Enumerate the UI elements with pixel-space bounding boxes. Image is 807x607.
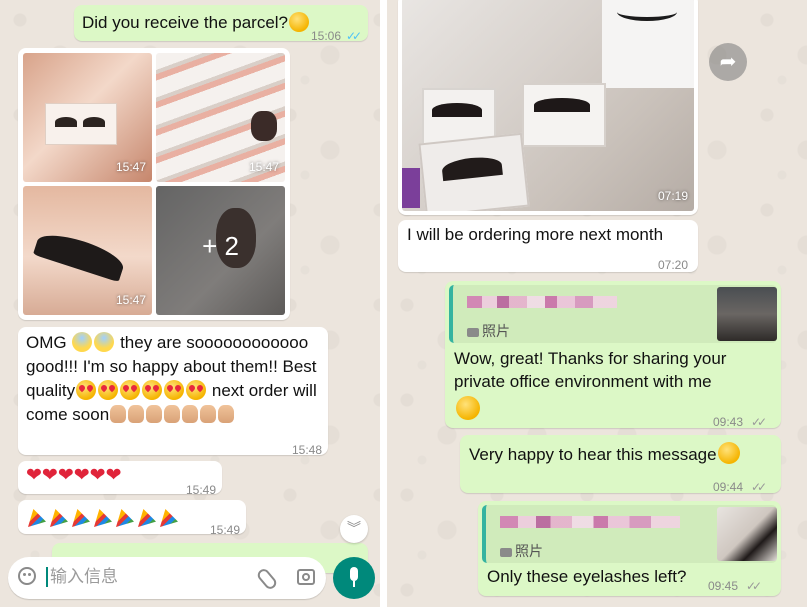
photo-time: 07:19 <box>657 189 688 203</box>
clap-emoji-icon <box>200 405 217 423</box>
clap-emoji-icon <box>164 405 181 423</box>
party-popper-emoji-icon <box>28 509 46 527</box>
chat-panel-right: 07:19 ➦ I will be ordering more next mon… <box>387 0 807 607</box>
camera-icon <box>500 548 512 557</box>
message-incoming-hearts[interactable]: ❤❤❤❤❤❤ 15:49 <box>18 461 222 497</box>
clap-emoji-icon <box>146 405 163 423</box>
image-message[interactable]: 07:19 <box>398 0 698 215</box>
more-photos-count: + 2 <box>202 231 239 261</box>
message-input[interactable]: 输入信息 <box>46 567 118 587</box>
photo-time: 15:47 <box>248 160 279 174</box>
message-incoming-ordering[interactable]: I will be ordering more next month 07:20 <box>398 220 698 272</box>
heart-eyes-emoji-icon <box>164 380 185 400</box>
message-time: 09:44 <box>713 480 744 494</box>
message-time: 07:20 <box>658 258 689 272</box>
message-time: 15:49 <box>186 483 217 497</box>
photo-time: 15:47 <box>115 293 146 307</box>
message-time: 15:06 <box>311 29 342 43</box>
heart-eyes-emoji-icon <box>120 380 141 400</box>
chat-panel-left: Did you receive the parcel? 15:06 ✓✓ 15:… <box>0 0 380 607</box>
photo-album-message[interactable]: 15:47 15:47 15:47 + 2 <box>18 48 290 320</box>
read-ticks-icon: ✓✓ <box>751 480 767 494</box>
camera-icon <box>467 328 479 337</box>
grinning-sweat-emoji-icon <box>289 12 310 32</box>
photo-time: 15:47 <box>115 160 146 174</box>
heart-eyes-emoji-icon <box>186 380 207 400</box>
read-ticks-icon: ✓✓ <box>346 29 362 43</box>
message-outgoing-parcel[interactable]: Did you receive the parcel? 15:06 ✓✓ <box>74 5 368 43</box>
album-photo-more[interactable]: + 2 <box>156 186 285 315</box>
read-ticks-icon: ✓✓ <box>746 579 762 593</box>
screaming-face-emoji-icon <box>94 332 115 352</box>
quoted-photo-thumbnail <box>717 507 777 561</box>
message-outgoing-happy[interactable]: Very happy to hear this message 09:44 ✓✓ <box>460 435 781 494</box>
party-popper-emoji-icon <box>160 509 178 527</box>
message-time: 09:43 <box>713 415 744 429</box>
grinning-emoji-icon <box>717 442 740 464</box>
forward-button[interactable]: ➦ <box>709 43 747 81</box>
read-ticks-icon: ✓✓ <box>751 415 767 429</box>
screaming-face-emoji-icon <box>72 332 93 352</box>
camera-icon[interactable] <box>297 569 315 585</box>
microphone-icon <box>350 567 358 581</box>
message-time: 15:49 <box>210 523 241 537</box>
message-text: Very happy to hear this message <box>469 445 717 464</box>
redacted-sender-name <box>467 296 617 308</box>
smiley-icon[interactable] <box>18 567 36 585</box>
party-popper-emoji-icon <box>116 509 134 527</box>
panel-divider <box>380 0 387 607</box>
message-input-bar[interactable]: 输入信息 <box>8 557 326 599</box>
quoted-message[interactable]: 照片 <box>482 505 777 563</box>
scroll-down-button[interactable]: ︾ <box>340 515 368 543</box>
message-photo[interactable]: 07:19 <box>402 0 694 211</box>
clap-emoji-icon <box>218 405 235 423</box>
message-outgoing-reply-eyelashes[interactable]: 照片 Only these eyelashes left? 09:45 ✓✓ <box>478 501 781 596</box>
heart-eyes-emoji-icon <box>98 380 119 400</box>
message-time: 15:48 <box>292 443 323 457</box>
message-incoming-omg[interactable]: OMG they are soooooooooooo good!!! I'm s… <box>18 327 328 457</box>
heart-eyes-emoji-icon <box>76 380 97 400</box>
quoted-photo-thumbnail <box>717 287 777 341</box>
message-text-1: OMG <box>26 333 72 352</box>
album-photo[interactable]: 15:47 <box>23 186 152 315</box>
party-popper-emoji-icon <box>94 509 112 527</box>
heart-eyes-emoji-icon <box>142 380 163 400</box>
message-incoming-party[interactable]: 15:49 <box>18 500 246 537</box>
redacted-sender-name <box>500 516 680 528</box>
clap-emoji-icon <box>182 405 199 423</box>
hearts-emoji-icon: ❤❤❤❤❤❤ <box>26 465 122 486</box>
kissing-wink-emoji-icon <box>456 396 480 420</box>
party-popper-emoji-icon <box>72 509 90 527</box>
message-text: I will be ordering more next month <box>407 225 664 244</box>
clap-emoji-icon <box>110 405 127 423</box>
microphone-button[interactable] <box>333 557 375 599</box>
message-outgoing-reply-office[interactable]: 照片 Wow, great! Thanks for sharing your p… <box>445 281 781 429</box>
party-popper-emoji-icon <box>50 509 68 527</box>
paperclip-icon[interactable] <box>255 566 279 592</box>
forward-arrow-icon: ➦ <box>719 51 737 73</box>
quoted-message[interactable]: 照片 <box>449 285 777 343</box>
message-time: 09:45 <box>708 579 739 593</box>
clap-emoji-icon <box>128 405 145 423</box>
quoted-photo-label: 照片 <box>500 539 543 563</box>
message-text: Wow, great! Thanks for sharing your priv… <box>454 349 727 391</box>
message-text: Only these eyelashes left? <box>487 567 687 586</box>
album-photo[interactable]: 15:47 <box>156 53 285 182</box>
party-popper-emoji-icon <box>138 509 156 527</box>
quoted-photo-label: 照片 <box>467 319 510 343</box>
chevron-double-down-icon: ︾ <box>347 520 361 536</box>
message-text: Did you receive the parcel? <box>82 13 289 32</box>
album-photo[interactable]: 15:47 <box>23 53 152 182</box>
